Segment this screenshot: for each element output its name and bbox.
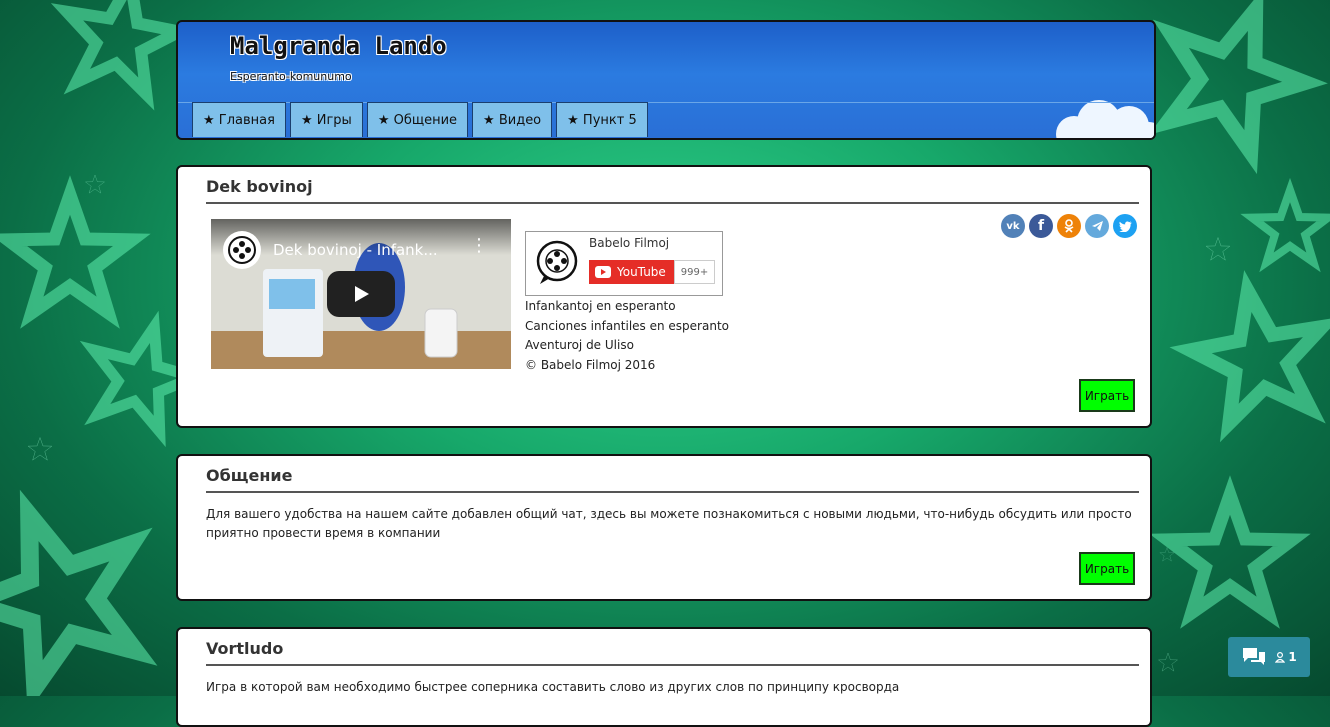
play-game-button[interactable]: Играть — [1079, 379, 1135, 412]
play-game-button[interactable]: Играть — [1079, 552, 1135, 585]
nav-item-chat[interactable]: ★ Общение — [366, 102, 469, 137]
site-header: Malgranda Lando Esperanto-komunumo ★ Гла… — [176, 20, 1156, 140]
user-icon — [1275, 651, 1286, 663]
youtube-icon — [595, 266, 611, 278]
site-subtitle: Esperanto-komunumo — [230, 70, 352, 83]
channel-name[interactable]: Babelo Filmoj — [589, 236, 669, 250]
chat-bubbles-icon — [1243, 648, 1266, 665]
nav-item-home[interactable]: ★ Главная — [192, 102, 286, 137]
vk-share-icon[interactable]: vk — [1001, 214, 1025, 238]
subscriber-count: 999+ — [673, 260, 716, 284]
game-card-dek-bovinoj: Dek bovinoj Dek bovinoj - Infank... ⋮ Ba… — [176, 165, 1152, 428]
site-title[interactable]: Malgranda Lando — [230, 32, 447, 60]
channel-logo-icon[interactable] — [223, 231, 261, 269]
online-count: 1 — [1288, 650, 1297, 664]
youtube-subscribe-box: Babelo Filmoj YouTube 999+ — [525, 231, 723, 296]
card-title: Vortludo — [206, 639, 1139, 666]
card-description: Игра в которой вам необходимо быстрее со… — [206, 680, 900, 694]
twitter-share-icon[interactable] — [1113, 214, 1137, 238]
nav-item-5[interactable]: ★ Пункт 5 — [556, 102, 648, 137]
card-title: Общение — [206, 466, 1139, 493]
nav-item-video[interactable]: ★ Видео — [472, 102, 553, 137]
main-nav: ★ Главная ★ Игры ★ Общение ★ Видео ★ Пун… — [192, 102, 648, 137]
video-title[interactable]: Dek bovinoj - Infank... — [273, 241, 453, 259]
more-vert-icon[interactable]: ⋮ — [470, 237, 488, 255]
game-card-chat: Общение Для вашего удобства на нашем сай… — [176, 454, 1152, 601]
channel-logo-icon — [536, 240, 578, 284]
description-line: Aventuroj de Uliso — [525, 338, 634, 352]
share-buttons: vk f — [1001, 214, 1137, 238]
nav-item-games[interactable]: ★ Игры — [289, 102, 363, 137]
description-line: © Babelo Filmoj 2016 — [525, 357, 656, 372]
video-player[interactable]: Dek bovinoj - Infank... ⋮ — [211, 219, 511, 369]
description-line: Canciones infantiles en esperanto — [525, 318, 729, 333]
telegram-share-icon[interactable] — [1085, 214, 1109, 238]
odnoklassniki-share-icon[interactable] — [1057, 214, 1081, 238]
facebook-share-icon[interactable]: f — [1029, 214, 1053, 238]
play-icon[interactable] — [327, 271, 395, 317]
card-title: Dek bovinoj — [206, 177, 1139, 204]
description-line: Infankantoj en esperanto — [525, 299, 676, 313]
chat-widget-button[interactable]: 1 — [1228, 637, 1310, 677]
youtube-subscribe-button[interactable]: YouTube 999+ — [589, 260, 716, 284]
card-description: Для вашего удобства на нашем сайте добав… — [206, 507, 1132, 540]
video-description: Infankantoj en esperanto Canciones infan… — [525, 297, 729, 375]
cloud-decoration — [1056, 100, 1154, 138]
youtube-label: YouTube — [617, 265, 666, 279]
game-card-vortludo: Vortludo Игра в которой вам необходимо б… — [176, 627, 1152, 727]
